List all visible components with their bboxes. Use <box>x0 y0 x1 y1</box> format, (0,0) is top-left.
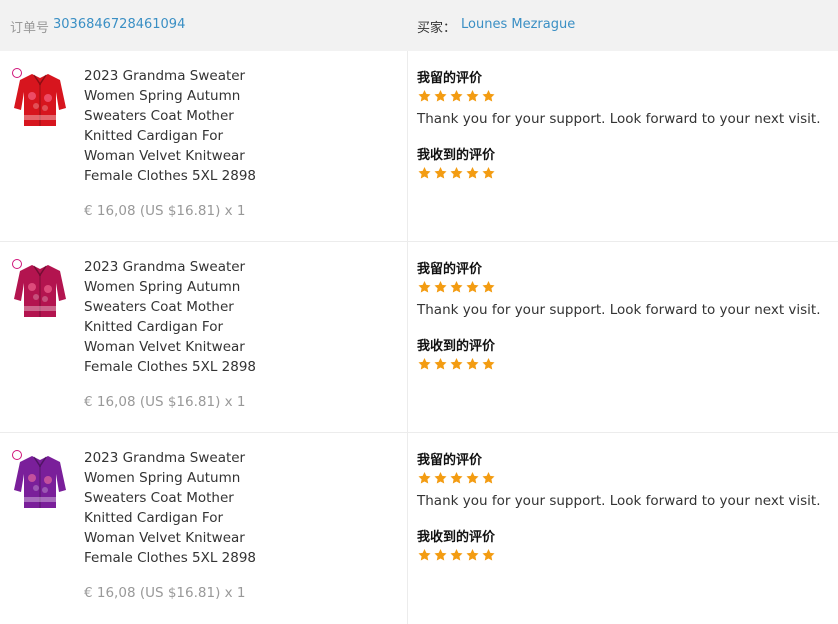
star-icon <box>434 549 447 561</box>
star-icon <box>450 167 463 179</box>
received-review-heading: 我收到的评价 <box>417 530 496 545</box>
star-icon <box>418 472 431 484</box>
received-review-heading: 我收到的评价 <box>417 339 496 354</box>
star-icon <box>434 167 447 179</box>
order-header: 订单号 3036846728461094 买家： Lounes Mezrague <box>0 0 838 51</box>
sweater-image <box>14 456 66 508</box>
my-review-text: Thank you for your support. Look forward… <box>417 493 821 509</box>
product-image[interactable] <box>12 450 68 510</box>
star-icon <box>450 90 463 102</box>
star-icon <box>450 358 463 370</box>
my-review-text: Thank you for your support. Look forward… <box>417 302 821 318</box>
product-badge-icon <box>12 450 22 460</box>
star-icon <box>450 472 463 484</box>
my-review-heading: 我留的评价 <box>417 71 483 86</box>
product-image[interactable] <box>12 68 68 128</box>
product-badge-icon <box>12 68 22 78</box>
star-icon <box>434 472 447 484</box>
star-icon <box>450 281 463 293</box>
star-icon <box>434 358 447 370</box>
star-icon <box>466 90 479 102</box>
product-badge-icon <box>12 259 22 269</box>
star-icon <box>418 549 431 561</box>
order-number-label: 订单号 <box>10 21 50 36</box>
product-price: € 16,08 (US $16.81) x 1 <box>84 203 246 219</box>
star-icon <box>482 90 495 102</box>
star-icon <box>418 281 431 293</box>
product-price: € 16,08 (US $16.81) x 1 <box>84 585 246 601</box>
star-icon <box>434 90 447 102</box>
star-icon <box>418 167 431 179</box>
product-image[interactable] <box>12 259 68 319</box>
column-divider <box>407 51 408 241</box>
product-price: € 16,08 (US $16.81) x 1 <box>84 394 246 410</box>
star-icon <box>482 281 495 293</box>
sweater-image <box>14 74 66 126</box>
my-review-stars <box>417 471 496 487</box>
received-review-heading: 我收到的评价 <box>417 148 496 163</box>
star-icon <box>418 90 431 102</box>
star-icon <box>466 472 479 484</box>
star-icon <box>466 358 479 370</box>
star-icon <box>482 549 495 561</box>
star-icon <box>450 549 463 561</box>
my-review-stars <box>417 89 496 105</box>
my-review-heading: 我留的评价 <box>417 453 483 468</box>
my-review-text: Thank you for your support. Look forward… <box>417 111 821 127</box>
received-review-stars <box>417 548 496 564</box>
product-title-link[interactable]: 2023 Grandma Sweater Women Spring Autumn… <box>84 448 259 568</box>
star-icon <box>434 281 447 293</box>
received-review-stars <box>417 357 496 373</box>
star-icon <box>482 358 495 370</box>
product-title-link[interactable]: 2023 Grandma Sweater Women Spring Autumn… <box>84 257 259 377</box>
column-divider <box>407 242 408 432</box>
buyer-name-link[interactable]: Lounes Mezrague <box>461 17 575 32</box>
order-item-row: 2023 Grandma Sweater Women Spring Autumn… <box>0 433 838 624</box>
order-item-row: 2023 Grandma Sweater Women Spring Autumn… <box>0 51 838 242</box>
star-icon <box>466 549 479 561</box>
order-item-row: 2023 Grandma Sweater Women Spring Autumn… <box>0 242 838 433</box>
star-icon <box>466 167 479 179</box>
my-review-heading: 我留的评价 <box>417 262 483 277</box>
my-review-stars <box>417 280 496 296</box>
star-icon <box>482 472 495 484</box>
sweater-image <box>14 265 66 317</box>
order-number-link[interactable]: 3036846728461094 <box>53 17 185 32</box>
star-icon <box>466 281 479 293</box>
buyer-label: 买家： <box>417 21 457 36</box>
star-icon <box>418 358 431 370</box>
star-icon <box>482 167 495 179</box>
product-title-link[interactable]: 2023 Grandma Sweater Women Spring Autumn… <box>84 66 259 186</box>
received-review-stars <box>417 166 496 182</box>
column-divider <box>407 433 408 624</box>
